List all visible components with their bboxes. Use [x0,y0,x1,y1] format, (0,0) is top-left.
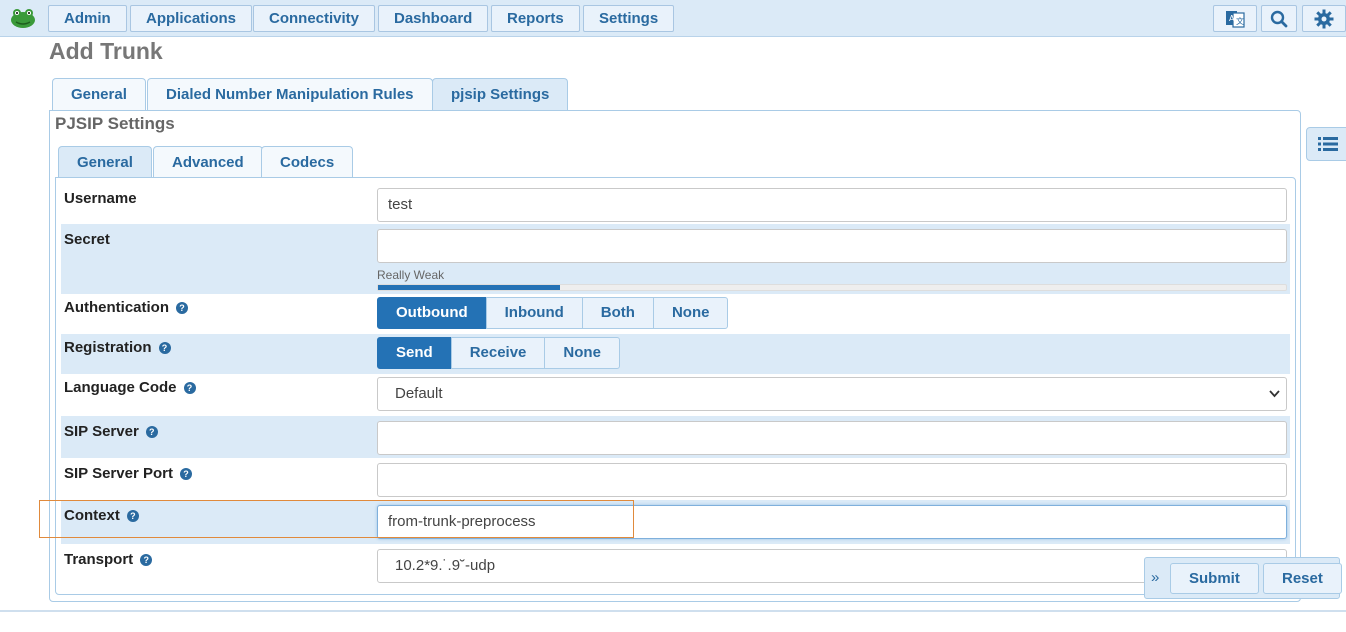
svg-text:A: A [1229,14,1235,23]
footer-divider [0,610,1346,612]
password-strength-text: Really Weak [377,268,445,282]
registration-label: Registration? [64,339,171,356]
reg-send-button[interactable]: Send [377,337,452,369]
subtab-advanced[interactable]: Advanced [153,146,263,178]
secret-label: Secret [64,231,110,248]
username-label: Username [64,190,137,207]
subtab-codecs[interactable]: Codecs [261,146,354,178]
help-icon[interactable]: ? [183,381,196,394]
registration-toggle-group: Send Receive None [377,337,620,369]
nav-dashboard[interactable]: Dashboard [378,5,489,32]
double-chevron-right-icon[interactable]: » [1151,569,1159,586]
username-input[interactable]: test [377,188,1287,222]
context-input[interactable]: from-trunk-preprocess [377,505,1287,539]
language-button[interactable]: A 文 [1213,5,1257,32]
authentication-toggle-group: Outbound Inbound Both None [377,297,729,329]
reg-none-button[interactable]: None [544,337,620,369]
nav-reports[interactable]: Reports [491,5,580,32]
nav-admin[interactable]: Admin [48,5,127,32]
authentication-label: Authentication? [64,299,188,316]
help-icon[interactable]: ? [126,509,139,522]
nav-applications[interactable]: Applications [130,5,253,32]
tab-dialed-number-rules[interactable]: Dialed Number Manipulation Rules [147,78,433,110]
sip-server-input[interactable] [377,421,1287,455]
sip-server-port-input[interactable] [377,463,1287,497]
sip-server-label: SIP Server? [64,423,158,440]
auth-none-button[interactable]: None [652,297,729,329]
tab-pjsip-settings[interactable]: pjsip Settings [432,78,569,111]
password-strength-bar [377,284,1287,291]
chevron-down-icon [1269,390,1280,398]
row-registration: Registration? [61,334,1290,374]
page-title: Add Trunk [49,38,163,64]
password-strength-fill [378,285,560,290]
nav-settings[interactable]: Settings [583,5,675,32]
help-icon[interactable]: ? [176,301,188,314]
reg-receive-button[interactable]: Receive [450,337,546,369]
side-menu-button[interactable] [1306,127,1346,161]
top-navbar: Admin Applications Connectivity Dashboar… [0,0,1346,37]
help-icon[interactable]: ? [145,425,158,438]
language-icon: A 文 [1226,10,1245,28]
help-icon[interactable]: ? [140,553,153,566]
sip-server-port-label: SIP Server Port? [64,465,192,482]
auth-inbound-button[interactable]: Inbound [485,297,583,329]
tab-general[interactable]: General [52,78,146,110]
language-code-select[interactable]: Default [377,377,1287,411]
help-icon[interactable]: ? [179,467,192,480]
reset-button[interactable]: Reset [1263,563,1342,594]
secret-input[interactable] [377,229,1287,263]
nav-connectivity[interactable]: Connectivity [253,5,376,32]
frog-logo-icon[interactable] [9,6,37,30]
auth-both-button[interactable]: Both [581,297,654,329]
context-label: Context? [64,507,139,524]
settings-gear-button[interactable] [1302,5,1346,32]
section-title: PJSIP Settings [55,114,175,133]
auth-outbound-button[interactable]: Outbound [377,297,487,329]
svg-text:文: 文 [1236,16,1244,26]
search-button[interactable] [1261,5,1297,32]
list-icon [1318,137,1338,151]
language-code-label: Language Code? [64,379,196,396]
floating-action-bar: » Submit Reset [1144,557,1342,599]
submit-button[interactable]: Submit [1170,563,1259,594]
transport-label: Transport? [64,551,153,568]
search-icon [1270,10,1288,27]
gear-icon [1314,9,1334,28]
subtab-general[interactable]: General [58,146,152,178]
help-icon[interactable]: ? [158,341,171,354]
